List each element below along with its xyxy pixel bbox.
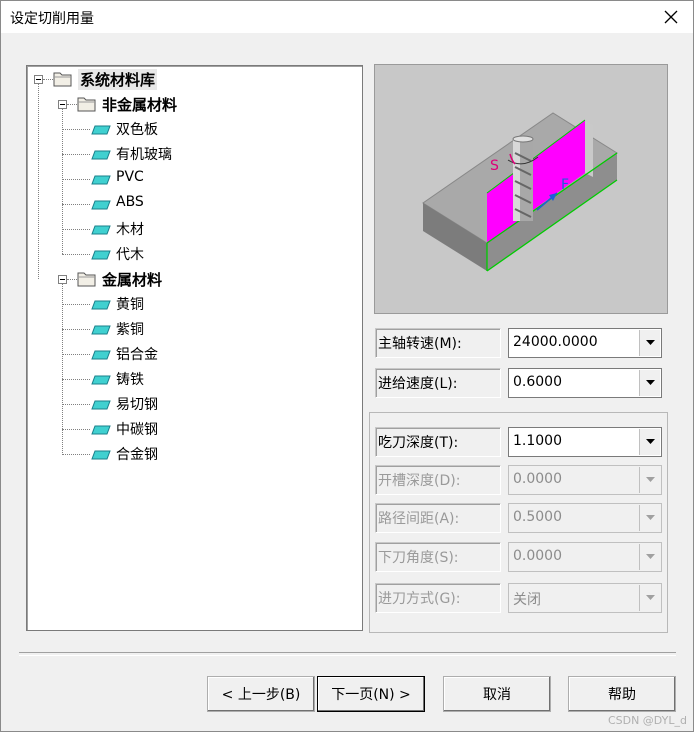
dropdown-button [639,467,660,493]
collapse-icon[interactable] [58,275,67,284]
tree-item-label: 代木 [116,247,144,263]
chevron-down-icon [645,340,655,345]
tree-item-label: PVC [116,169,144,185]
window-title: 设定切削用量 [10,11,94,27]
spindle-speed-select[interactable]: 24000.0000 [508,328,662,358]
tree-item-label: 有机玻璃 [116,147,172,163]
feed-rate-select[interactable]: 0.6000 [508,368,662,398]
slot-depth-label: 开槽深度(D): [375,465,501,495]
tree-item-label: ABS [116,194,144,210]
material-tree[interactable]: 系统材料库 非金属材料 双色板有机玻璃 PVC ABS 木材代木 金属材料 黄铜紫铜铝… [26,65,363,631]
title-bar: 设定切削用量 [1,1,693,33]
collapse-icon[interactable] [34,75,43,84]
next-button[interactable]: 下一页(N) > [317,676,425,712]
path-spacing-label: 路径间距(A): [375,503,501,533]
tree-item-label: 易切钢 [116,397,158,413]
tree-group-label: 非金属材料 [102,96,178,114]
cut-depth-label: 吃刀深度(T): [375,427,501,457]
material-icon [91,375,111,385]
dropdown-button[interactable] [639,330,660,356]
dropdown-button[interactable] [639,429,660,455]
material-icon [91,225,111,235]
chevron-down-icon [645,439,655,444]
folder-icon [53,72,72,87]
tree-item-label: 铸铁 [116,372,144,388]
close-button[interactable] [649,1,693,33]
tree-item-label: 木材 [116,222,144,238]
material-icon [91,250,111,260]
cutting-preview-image: S F [374,64,668,314]
entry-mode-label: 进刀方式(G): [375,583,501,613]
feed-rate-label: 进给速度(L): [375,368,501,398]
cut-depth-select[interactable]: 1.1000 [508,427,662,457]
watermark: CSDN @DYL_d [607,714,687,727]
tree-item-label: 紫铜 [116,322,144,338]
feed-label: F [561,177,569,193]
tree-root-label: 系统材料库 [78,69,158,90]
material-icon [91,425,111,435]
material-icon [91,300,111,310]
plunge-angle-select: 0.0000 [508,542,662,572]
prev-button[interactable]: < 上一步(B) [207,676,315,712]
dropdown-button[interactable] [639,370,660,396]
dropdown-button [639,544,660,570]
dialog-window: 设定切削用量 系统材料库 非金属材料 双色板 有机玻璃 PVC ABS 木材 代… [0,0,694,732]
material-icon [91,125,111,135]
material-icon [91,150,111,160]
help-button[interactable]: 帮助 [568,676,676,712]
tree-group-label: 金属材料 [102,271,163,289]
chevron-down-icon [645,554,655,559]
spindle-speed-label: 主轴转速(M): [375,328,501,358]
folder-icon [77,97,96,112]
slot-depth-select: 0.0000 [508,465,662,495]
close-icon [664,10,678,24]
separator [19,652,676,656]
dropdown-button [639,505,660,531]
chevron-down-icon [645,380,655,385]
path-spacing-select: 0.5000 [508,503,662,533]
tree-item-label: 铝合金 [116,347,158,363]
spindle-label: S [490,158,499,174]
collapse-icon[interactable] [58,100,67,109]
material-icon [91,400,111,410]
material-icon [91,450,111,460]
material-icon [91,175,111,185]
material-icon [91,200,111,210]
chevron-down-icon [645,595,655,600]
tree-item-label: 双色板 [116,122,158,138]
cancel-button[interactable]: 取消 [443,676,551,712]
folder-icon [77,272,96,287]
chevron-down-icon [645,515,655,520]
material-icon [91,325,111,335]
tree-item-label: 黄铜 [116,297,144,313]
material-icon [91,350,111,360]
tree-item-label: 中碳钢 [116,422,158,438]
tree-item-label: 合金钢 [116,447,158,463]
dropdown-button [639,585,660,611]
plunge-angle-label: 下刀角度(S): [375,542,501,572]
entry-mode-select: 关闭 [508,583,662,613]
chevron-down-icon [645,477,655,482]
